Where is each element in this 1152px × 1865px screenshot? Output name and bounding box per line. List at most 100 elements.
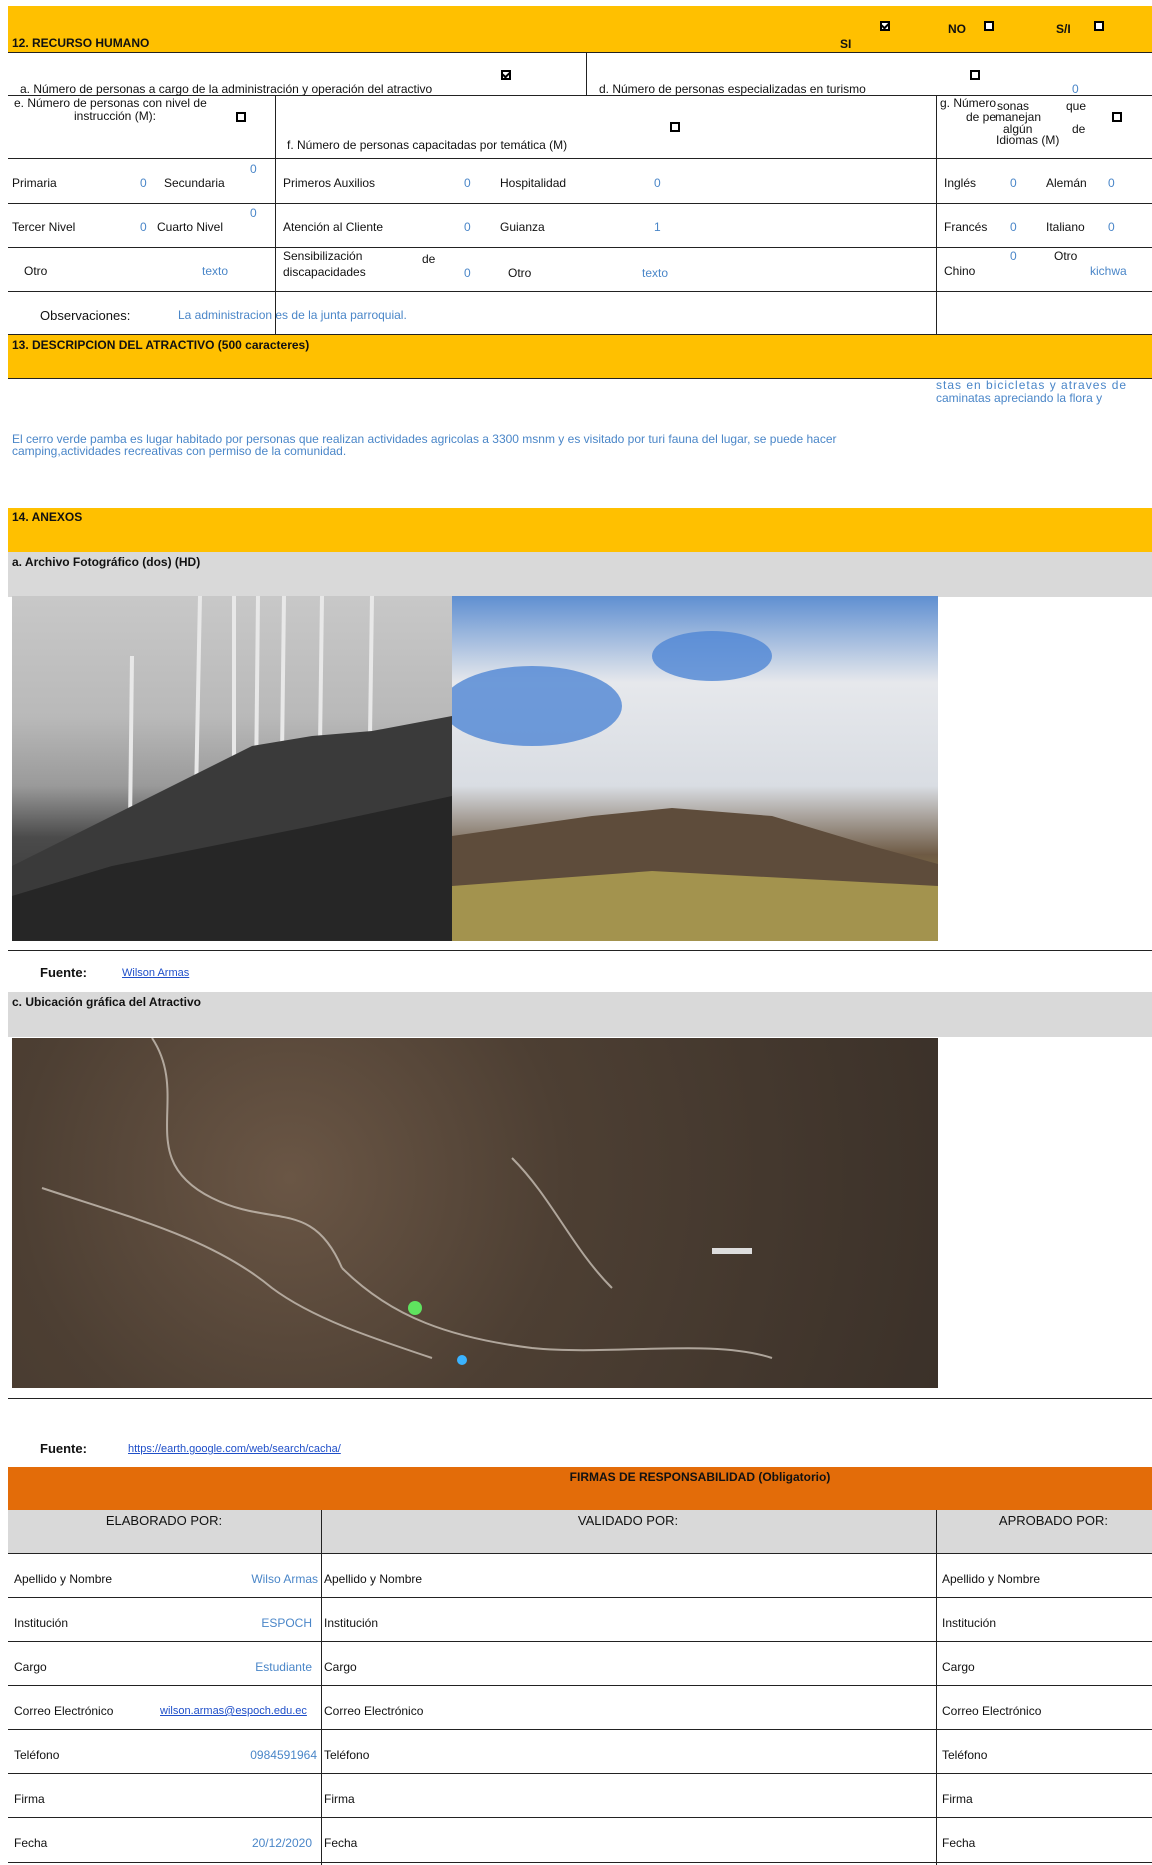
otro2-value: texto: [642, 266, 669, 280]
otro3-label: Otro: [1054, 249, 1078, 263]
hospitalidad-value: 0: [654, 176, 661, 190]
row-label-elab-1: Institución: [14, 1616, 69, 1630]
f-label: f. Número de personas capacitadas por te…: [287, 138, 568, 152]
obs-value: La administracion es de la junta parroqu…: [178, 308, 407, 322]
d-checkbox[interactable]: [970, 70, 980, 80]
row-value-elab-4: 0984591964: [250, 1748, 317, 1762]
otro-value: texto: [202, 264, 229, 278]
primaria-value: 0: [140, 176, 147, 190]
row-label-val-2: Cargo: [324, 1660, 357, 1674]
desc-right-2: caminatas apreciando la flora y: [936, 391, 1103, 405]
chino-label: Chino: [944, 264, 976, 278]
aprobado-header: APROBADO POR:: [998, 1513, 1108, 1528]
row-value-elab-2: Estudiante: [255, 1660, 312, 1674]
guianza-label: Guianza: [500, 220, 545, 234]
section12-header: [8, 6, 1152, 52]
otro-label: Otro: [24, 264, 48, 278]
fuente-label-2: Fuente:: [40, 1441, 87, 1456]
section14-header: [8, 508, 1152, 552]
row-label-elab-4: Teléfono: [14, 1748, 60, 1762]
f-checkbox[interactable]: [670, 122, 680, 132]
row-label-val-5: Firma: [324, 1792, 355, 1806]
e-label-1: e. Número de personas con nivel de: [14, 96, 207, 110]
a-checkbox[interactable]: [501, 70, 511, 80]
sensib-de: de: [422, 252, 436, 266]
fuente-label-1: Fuente:: [40, 965, 87, 980]
d-value: 0: [1072, 82, 1079, 96]
tercer-label: Tercer Nivel: [12, 220, 76, 234]
row-label-apr-5: Firma: [942, 1792, 973, 1806]
cuarto-label: Cuarto Nivel: [157, 220, 224, 234]
row-label-apr-3: Correo Electrónico: [942, 1704, 1042, 1718]
cuarto-value: 0: [250, 206, 257, 220]
obs-label: Observaciones:: [40, 308, 131, 323]
d-label: d. Número de personas especializadas en …: [599, 82, 866, 96]
row-label-elab-3: Correo Electrónico: [14, 1704, 114, 1718]
guianza-value: 1: [654, 220, 661, 234]
photo-title: a. Archivo Fotográfico (dos) (HD): [12, 555, 201, 569]
italiano-label: Italiano: [1046, 220, 1085, 234]
primaria-label: Primaria: [12, 176, 57, 190]
primeros-label: Primeros Auxilios: [283, 176, 376, 190]
frances-label: Francés: [944, 220, 988, 234]
section13-title: 13. DESCRIPCION DEL ATRACTIVO (500 carac…: [12, 338, 310, 352]
no-label: NO: [948, 22, 966, 36]
tercer-value: 0: [140, 220, 147, 234]
row-label-apr-6: Fecha: [942, 1836, 976, 1850]
sn-label: S/I: [1056, 22, 1071, 36]
aleman-value: 0: [1108, 176, 1115, 190]
row-value-elab-0: Wilso Armas: [251, 1572, 318, 1586]
e-checkbox[interactable]: [236, 112, 246, 122]
si-label: SI: [840, 37, 852, 51]
photo-bw: [12, 596, 452, 941]
row-value-elab-6: 20/12/2020: [251, 1836, 312, 1850]
row-label-elab-5: Firma: [14, 1792, 45, 1806]
row-label-val-0: Apellido y Nombre: [324, 1572, 423, 1586]
sensib-label-2: discapacidades: [283, 265, 366, 279]
primeros-value: 0: [464, 176, 471, 190]
row-label-val-3: Correo Electrónico: [324, 1704, 424, 1718]
g-checkbox[interactable]: [1112, 112, 1122, 122]
ingles-label: Inglés: [944, 176, 977, 190]
row-label-elab-6: Fecha: [14, 1836, 48, 1850]
a-label: a. Número de personas a cargo de la admi…: [20, 82, 433, 96]
g-label-1c: que: [1066, 99, 1087, 113]
g-label-2: de pe: [966, 110, 997, 124]
otro2-label: Otro: [508, 266, 532, 280]
chino-value: 0: [1010, 249, 1017, 263]
desc-right-1: stas en bicicletas y atraves de: [936, 378, 1128, 392]
otro3-value: kichwa: [1090, 264, 1127, 278]
row-value-elab-3[interactable]: wilson.armas@espoch.edu.ec: [160, 1705, 307, 1717]
map-title: c. Ubicación gráfica del Atractivo: [12, 995, 201, 1009]
hospitalidad-label: Hospitalidad: [500, 176, 567, 190]
row-label-apr-1: Institución: [942, 1616, 997, 1630]
fuente-link-2[interactable]: https://earth.google.com/web/search/cach…: [128, 1443, 341, 1455]
sensib-label-1: Sensibilización: [283, 249, 363, 263]
elaborado-header: ELABORADO POR:: [105, 1513, 223, 1528]
no-checkbox[interactable]: [984, 21, 994, 31]
row-label-val-6: Fecha: [324, 1836, 358, 1850]
sn-checkbox[interactable]: [1094, 21, 1104, 31]
desc-line-2: camping,actividades recreativas con perm…: [12, 444, 347, 458]
aleman-label: Alemán: [1046, 176, 1087, 190]
g-label-1: g. Número: [940, 96, 997, 110]
fuente-link-1[interactable]: Wilson Armas: [122, 967, 189, 979]
g-label-3b: de: [1072, 122, 1086, 136]
atencion-label: Atención al Cliente: [283, 220, 384, 234]
ingles-value: 0: [1010, 176, 1017, 190]
secundaria-value: 0: [250, 162, 257, 176]
g-label-4: Idiomas (M): [996, 133, 1060, 147]
firmas-title: FIRMAS DE RESPONSABILIDAD (Obligatorio): [569, 1470, 831, 1484]
section14-title: 14. ANEXOS: [12, 510, 83, 524]
si-checkbox[interactable]: [880, 21, 890, 31]
atencion-value: 0: [464, 220, 471, 234]
secundaria-label: Secundaria: [164, 176, 225, 190]
sensib-value: 0: [464, 266, 471, 280]
e-label-2: instrucción (M):: [74, 109, 157, 123]
row-label-elab-0: Apellido y Nombre: [14, 1572, 113, 1586]
photo-color: [452, 596, 938, 941]
row-label-apr-0: Apellido y Nombre: [942, 1572, 1041, 1586]
italiano-value: 0: [1108, 220, 1115, 234]
row-label-val-4: Teléfono: [324, 1748, 370, 1762]
location-map: [12, 1038, 938, 1388]
